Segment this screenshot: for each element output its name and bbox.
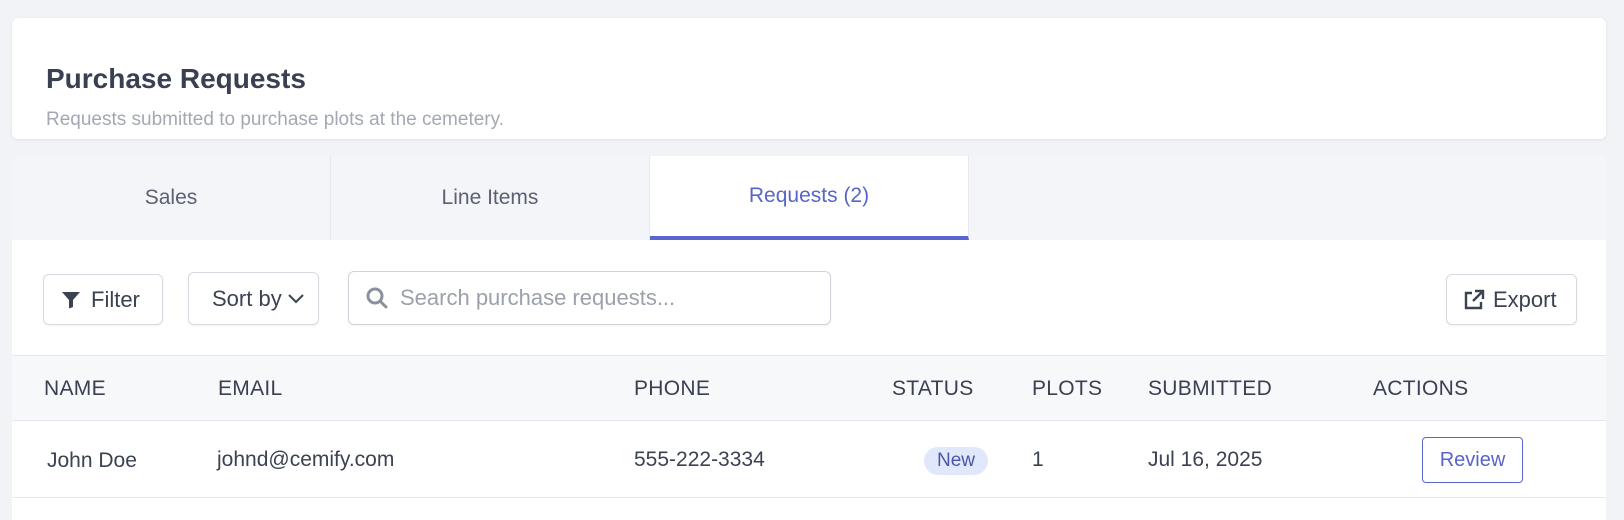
- page-title: Purchase Requests: [46, 63, 306, 94]
- column-header-phone[interactable]: PHONE: [634, 377, 710, 401]
- row-submitted: Jul 16, 2025: [1148, 448, 1263, 471]
- filter-icon: [61, 291, 81, 309]
- column-header-email[interactable]: EMAIL: [218, 377, 283, 401]
- search-icon: [366, 287, 388, 309]
- column-header-actions: ACTIONS: [1373, 377, 1469, 400]
- tab-sales[interactable]: Sales: [12, 156, 331, 240]
- review-button[interactable]: Review: [1422, 437, 1523, 483]
- page-header: Purchase Requests Requests submitted to …: [12, 18, 1606, 139]
- table-row[interactable]: John Doe johnd@cemify.com 555-222-3334 N…: [12, 421, 1606, 498]
- table-header: NAME EMAIL PHONE STATUS PLOTS SUBMITTED …: [12, 355, 1606, 421]
- status-badge: New: [924, 447, 989, 475]
- column-header-name[interactable]: NAME: [44, 377, 106, 401]
- column-header-status[interactable]: STATUS: [892, 377, 974, 401]
- column-header-submitted[interactable]: SUBMITTED: [1148, 377, 1272, 401]
- filter-button[interactable]: Filter: [43, 274, 163, 325]
- sort-label: Sort by: [212, 285, 282, 311]
- sort-dropdown[interactable]: Sort by: [188, 272, 319, 325]
- export-label: Export: [1493, 286, 1557, 312]
- search-field[interactable]: [348, 271, 831, 325]
- tab-requests[interactable]: Requests (2): [650, 156, 969, 240]
- external-link-icon: [1463, 289, 1485, 311]
- search-input[interactable]: [400, 285, 800, 311]
- row-plots: 1: [1032, 448, 1044, 471]
- requests-panel: Filter Sort by Export NAME EMAIL PHONE S…: [12, 240, 1606, 520]
- row-name: John Doe: [47, 449, 137, 472]
- column-header-plots[interactable]: PLOTS: [1032, 377, 1102, 401]
- tab-line-items[interactable]: Line Items: [331, 156, 650, 240]
- page-subtitle: Requests submitted to purchase plots at …: [46, 109, 504, 130]
- row-phone: 555-222-3334: [634, 448, 765, 471]
- row-email: johnd@cemify.com: [217, 448, 395, 471]
- export-button[interactable]: Export: [1446, 274, 1577, 325]
- filter-label: Filter: [91, 286, 140, 312]
- tab-bar: Sales Line Items Requests (2): [12, 156, 1606, 240]
- chevron-down-icon: [287, 293, 304, 304]
